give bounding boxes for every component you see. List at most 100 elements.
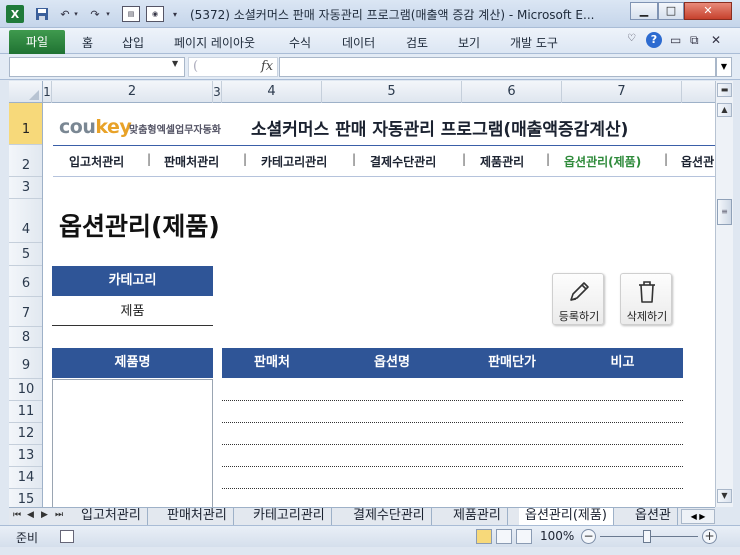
next-sheet-icon[interactable]: ▶ <box>41 510 48 520</box>
scroll-thumb[interactable]: ≡ <box>717 199 732 225</box>
split-handle-icon[interactable]: ▬ <box>717 83 732 97</box>
row-header[interactable]: 10 <box>9 379 42 401</box>
undo-icon[interactable]: ↶ <box>58 6 72 22</box>
row-header[interactable]: 5 <box>9 243 42 266</box>
collapse-ribbon-icon[interactable]: ♡ <box>627 33 636 44</box>
nav-link-option[interactable]: 옵션관 <box>681 153 714 170</box>
sheet-tab-supplier[interactable]: 입고처관리 <box>75 508 148 525</box>
sheet-tab-option[interactable]: 옵션관 <box>629 508 678 525</box>
sheet-tab-product[interactable]: 제품관리 <box>447 508 508 525</box>
nav-link-supplier[interactable]: 입고처관리 <box>69 153 124 170</box>
help-icon[interactable]: ? <box>646 32 662 48</box>
close-button[interactable]: ✕ <box>684 2 732 20</box>
nav-link-seller[interactable]: 판매처관리 <box>164 153 219 170</box>
table-header-seller: 판매처 <box>254 355 290 370</box>
maximize-button[interactable]: □ <box>658 2 684 20</box>
save-icon[interactable] <box>34 6 50 22</box>
expand-formula-bar-icon[interactable]: ▼ <box>716 57 732 77</box>
column-header[interactable]: 3 <box>213 81 222 103</box>
table-row[interactable] <box>222 488 683 489</box>
product-listbox[interactable] <box>52 379 213 507</box>
undo-dropdown-icon[interactable]: ▾ <box>72 6 80 22</box>
select-all-corner[interactable] <box>9 81 43 103</box>
column-header[interactable]: 6 <box>462 81 562 103</box>
worksheet: coukey 맞춤형엑셀업무자동화 소셜커머스 판매 자동관리 프로그램(매출액… <box>43 103 715 507</box>
table-row[interactable] <box>222 422 683 423</box>
tab-formulas[interactable]: 수식 <box>289 34 311 51</box>
minimize-button[interactable]: ▁ <box>630 2 658 20</box>
sheet-tab-seller[interactable]: 판매처관리 <box>161 508 234 525</box>
row-header[interactable]: 7 <box>9 297 42 327</box>
nav-link-product[interactable]: 제품관리 <box>480 153 524 170</box>
zoom-slider-thumb[interactable] <box>643 530 651 543</box>
tab-data[interactable]: 데이터 <box>342 34 375 51</box>
scroll-down-icon[interactable]: ▼ <box>717 489 732 503</box>
scroll-up-icon[interactable]: ▲ <box>717 103 732 117</box>
sheet-tab-option-product[interactable]: 옵션관리(제품) <box>519 508 614 525</box>
row-header[interactable]: 13 <box>9 445 42 467</box>
table-row[interactable] <box>222 444 683 445</box>
name-box-dropdown-icon[interactable]: ▼ <box>172 59 178 68</box>
status-bar: 준비 100% − + <box>0 525 740 547</box>
normal-view-icon[interactable] <box>476 529 492 544</box>
tab-home[interactable]: 홈 <box>82 34 93 51</box>
status-ready: 준비 <box>16 531 39 545</box>
name-box[interactable] <box>9 57 185 77</box>
delete-label: 삭제하기 <box>626 310 668 323</box>
prev-sheet-icon[interactable]: ◀ <box>27 510 34 520</box>
nav-link-payment[interactable]: 결제수단관리 <box>370 153 436 170</box>
vertical-scrollbar[interactable]: ▬ ▲ ≡ ▼ <box>715 81 733 507</box>
row-header[interactable]: 2 <box>9 145 42 177</box>
zoom-out-icon[interactable]: − <box>581 529 596 544</box>
row-header[interactable]: 6 <box>9 266 42 297</box>
column-header[interactable]: 2 <box>52 81 213 103</box>
horizontal-scroll-arrows[interactable]: ◀ ▶ <box>681 509 715 524</box>
register-button[interactable]: 등록하기 <box>552 273 604 325</box>
nav-link-category[interactable]: 카테고리관리 <box>261 153 327 170</box>
category-select[interactable]: 제품 <box>52 297 213 326</box>
row-header[interactable]: 15 <box>9 489 42 507</box>
insert-function-icon[interactable]: fx <box>261 59 273 74</box>
row-header[interactable]: 9 <box>9 348 42 379</box>
macro-record-icon[interactable] <box>60 530 74 543</box>
tab-view[interactable]: 보기 <box>458 34 480 51</box>
row-header[interactable]: 11 <box>9 401 42 423</box>
sheet-tab-payment[interactable]: 결제수단관리 <box>347 508 432 525</box>
column-header[interactable]: 4 <box>222 81 322 103</box>
row-header[interactable]: 8 <box>9 327 42 348</box>
table-row[interactable] <box>222 400 683 401</box>
nav-link-option-product[interactable]: 옵션관리(제품) <box>564 153 641 170</box>
tab-review[interactable]: 검토 <box>406 34 428 51</box>
zoom-level[interactable]: 100% <box>540 529 574 543</box>
tab-developer[interactable]: 개발 도구 <box>510 34 558 51</box>
redo-dropdown-icon[interactable]: ▾ <box>104 6 112 22</box>
column-header[interactable]: 1 <box>43 81 52 103</box>
cancel-icon[interactable]: ( <box>193 59 198 74</box>
column-header[interactable]: 5 <box>322 81 462 103</box>
tab-page-layout[interactable]: 페이지 레이아웃 <box>174 34 255 51</box>
formula-input[interactable] <box>279 57 716 77</box>
row-header[interactable]: 14 <box>9 467 42 489</box>
ribbon-restore-icon[interactable]: ⧉ <box>690 33 699 48</box>
ribbon-close-icon[interactable]: ✕ <box>711 33 721 47</box>
sheet-tab-category[interactable]: 카테고리관리 <box>247 508 332 525</box>
row-header[interactable]: 4 <box>9 199 42 243</box>
customize-qat-icon[interactable]: ▾ <box>170 6 180 22</box>
row-header[interactable]: 3 <box>9 177 42 199</box>
last-sheet-icon[interactable]: ⏭ <box>55 510 63 520</box>
form-icon[interactable]: ▤ <box>122 6 140 22</box>
page-layout-view-icon[interactable] <box>496 529 512 544</box>
row-header[interactable]: 12 <box>9 423 42 445</box>
first-sheet-icon[interactable]: ⏮ <box>13 510 21 520</box>
table-row[interactable] <box>222 466 683 467</box>
row-header[interactable]: 1 <box>9 103 42 145</box>
page-break-view-icon[interactable] <box>516 529 532 544</box>
tab-file[interactable]: 파일 <box>9 30 65 54</box>
redo-icon[interactable]: ↷ <box>88 6 102 22</box>
tab-insert[interactable]: 삽입 <box>122 34 144 51</box>
ribbon-minimize-icon[interactable]: ▭ <box>670 33 681 47</box>
zoom-in-icon[interactable]: + <box>702 529 717 544</box>
column-header[interactable]: 7 <box>562 81 682 103</box>
delete-button[interactable]: 삭제하기 <box>620 273 672 325</box>
camera-icon[interactable]: ◉ <box>146 6 164 22</box>
